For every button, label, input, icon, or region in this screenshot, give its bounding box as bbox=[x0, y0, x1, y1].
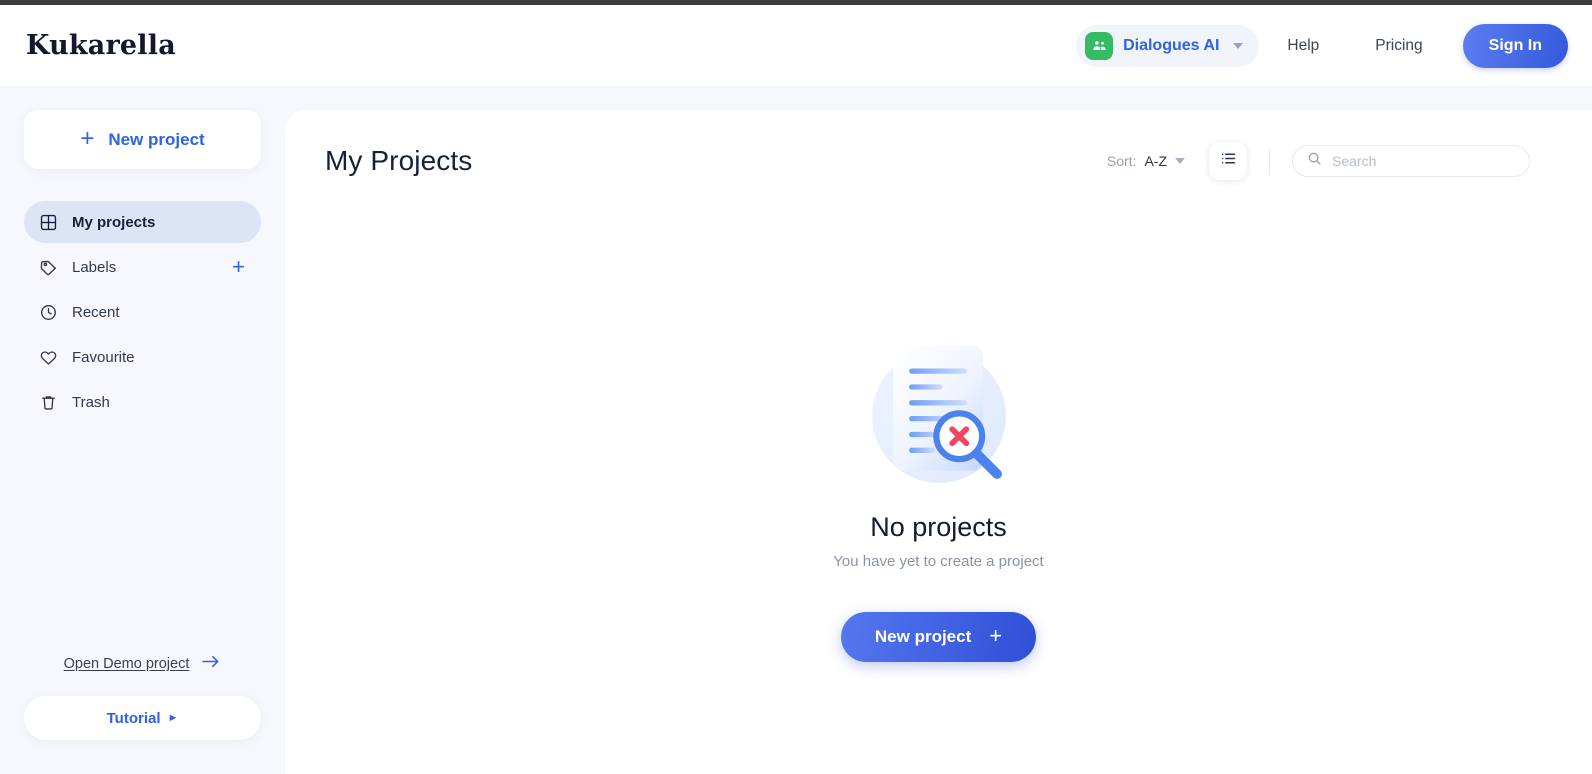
page-title: My Projects bbox=[325, 145, 473, 176]
heart-icon bbox=[38, 347, 58, 367]
list-view-icon bbox=[1219, 149, 1238, 173]
sidebar-item-label: Trash bbox=[72, 393, 110, 411]
sidebar-item-favourite[interactable]: Favourite bbox=[24, 336, 261, 378]
sidebar-item-recent[interactable]: Recent bbox=[24, 291, 261, 333]
sidebar-new-project-button[interactable]: + New project bbox=[24, 110, 261, 169]
toolbar-divider bbox=[1269, 148, 1270, 174]
sidebar-item-trash[interactable]: Trash bbox=[24, 381, 261, 423]
sidebar-item-label: Recent bbox=[72, 303, 120, 321]
empty-state-button-label: New project bbox=[874, 627, 972, 646]
search-icon bbox=[1307, 151, 1322, 171]
sidebar-item-my-projects[interactable]: My projects bbox=[24, 201, 261, 243]
empty-state-new-project-button[interactable]: New project + bbox=[840, 612, 1037, 662]
sidebar-item-label: My projects bbox=[72, 213, 156, 231]
tag-icon bbox=[38, 257, 58, 277]
document-not-found-icon bbox=[851, 328, 1027, 504]
brand-logo: Kukarella bbox=[26, 30, 176, 61]
chevron-down-icon bbox=[1175, 158, 1185, 164]
toolbar-controls: Sort: A-Z bbox=[1107, 142, 1530, 180]
empty-state-subtitle: You have yet to create a project bbox=[833, 553, 1044, 570]
play-icon: ► bbox=[167, 711, 179, 724]
sort-value-label: A-Z bbox=[1144, 153, 1167, 169]
arrow-right-icon bbox=[201, 654, 221, 674]
chevron-down-icon bbox=[1233, 42, 1244, 49]
clock-icon bbox=[38, 302, 58, 322]
open-demo-project-label: Open Demo project bbox=[63, 656, 190, 672]
workspace-selector[interactable]: Dialogues AI bbox=[1076, 24, 1260, 67]
empty-state: No projects You have yet to create a pro… bbox=[285, 328, 1592, 662]
plus-icon: + bbox=[989, 623, 1003, 648]
sidebar: + New project My projects Labels + Recen… bbox=[0, 86, 285, 774]
header-actions: Dialogues AI Help Pricing Sign In bbox=[1076, 23, 1568, 68]
add-label-button[interactable]: + bbox=[232, 256, 247, 278]
page-body: + New project My projects Labels + Recen… bbox=[0, 86, 1592, 774]
sidebar-nav: My projects Labels + Recent Favourite Tr… bbox=[24, 201, 261, 426]
plus-icon: + bbox=[80, 124, 95, 152]
search-input[interactable] bbox=[1332, 153, 1515, 169]
empty-state-title: No projects bbox=[870, 512, 1007, 542]
nav-link-pricing[interactable]: Pricing bbox=[1347, 37, 1450, 55]
app-header: Kukarella Dialogues AI Help Pricing Sign… bbox=[0, 5, 1592, 86]
sort-dropdown[interactable]: Sort: A-Z bbox=[1107, 153, 1185, 169]
sidebar-item-label: Favourite bbox=[72, 348, 135, 366]
sign-in-button[interactable]: Sign In bbox=[1462, 23, 1568, 68]
main-toolbar: My Projects Sort: A-Z bbox=[285, 110, 1592, 180]
workspace-label: Dialogues AI bbox=[1123, 36, 1220, 54]
tutorial-button[interactable]: Tutorial ► bbox=[24, 696, 261, 740]
sort-prefix-label: Sort: bbox=[1106, 153, 1137, 169]
open-demo-project-link[interactable]: Open Demo project bbox=[24, 654, 261, 674]
trash-icon bbox=[38, 392, 58, 412]
nav-link-help[interactable]: Help bbox=[1259, 37, 1347, 55]
sidebar-item-labels[interactable]: Labels + bbox=[24, 246, 261, 288]
sidebar-item-label: Labels bbox=[72, 258, 117, 276]
tutorial-label: Tutorial bbox=[106, 709, 161, 727]
sidebar-new-project-label: New project bbox=[108, 129, 205, 149]
list-view-toggle-button[interactable] bbox=[1209, 142, 1247, 180]
people-group-icon bbox=[1085, 31, 1114, 60]
main-content-panel: My Projects Sort: A-Z Search No projects… bbox=[285, 110, 1592, 774]
sidebar-footer: Open Demo project Tutorial ► bbox=[24, 654, 261, 774]
grid-icon bbox=[38, 212, 58, 232]
search-box[interactable] bbox=[1292, 145, 1530, 177]
